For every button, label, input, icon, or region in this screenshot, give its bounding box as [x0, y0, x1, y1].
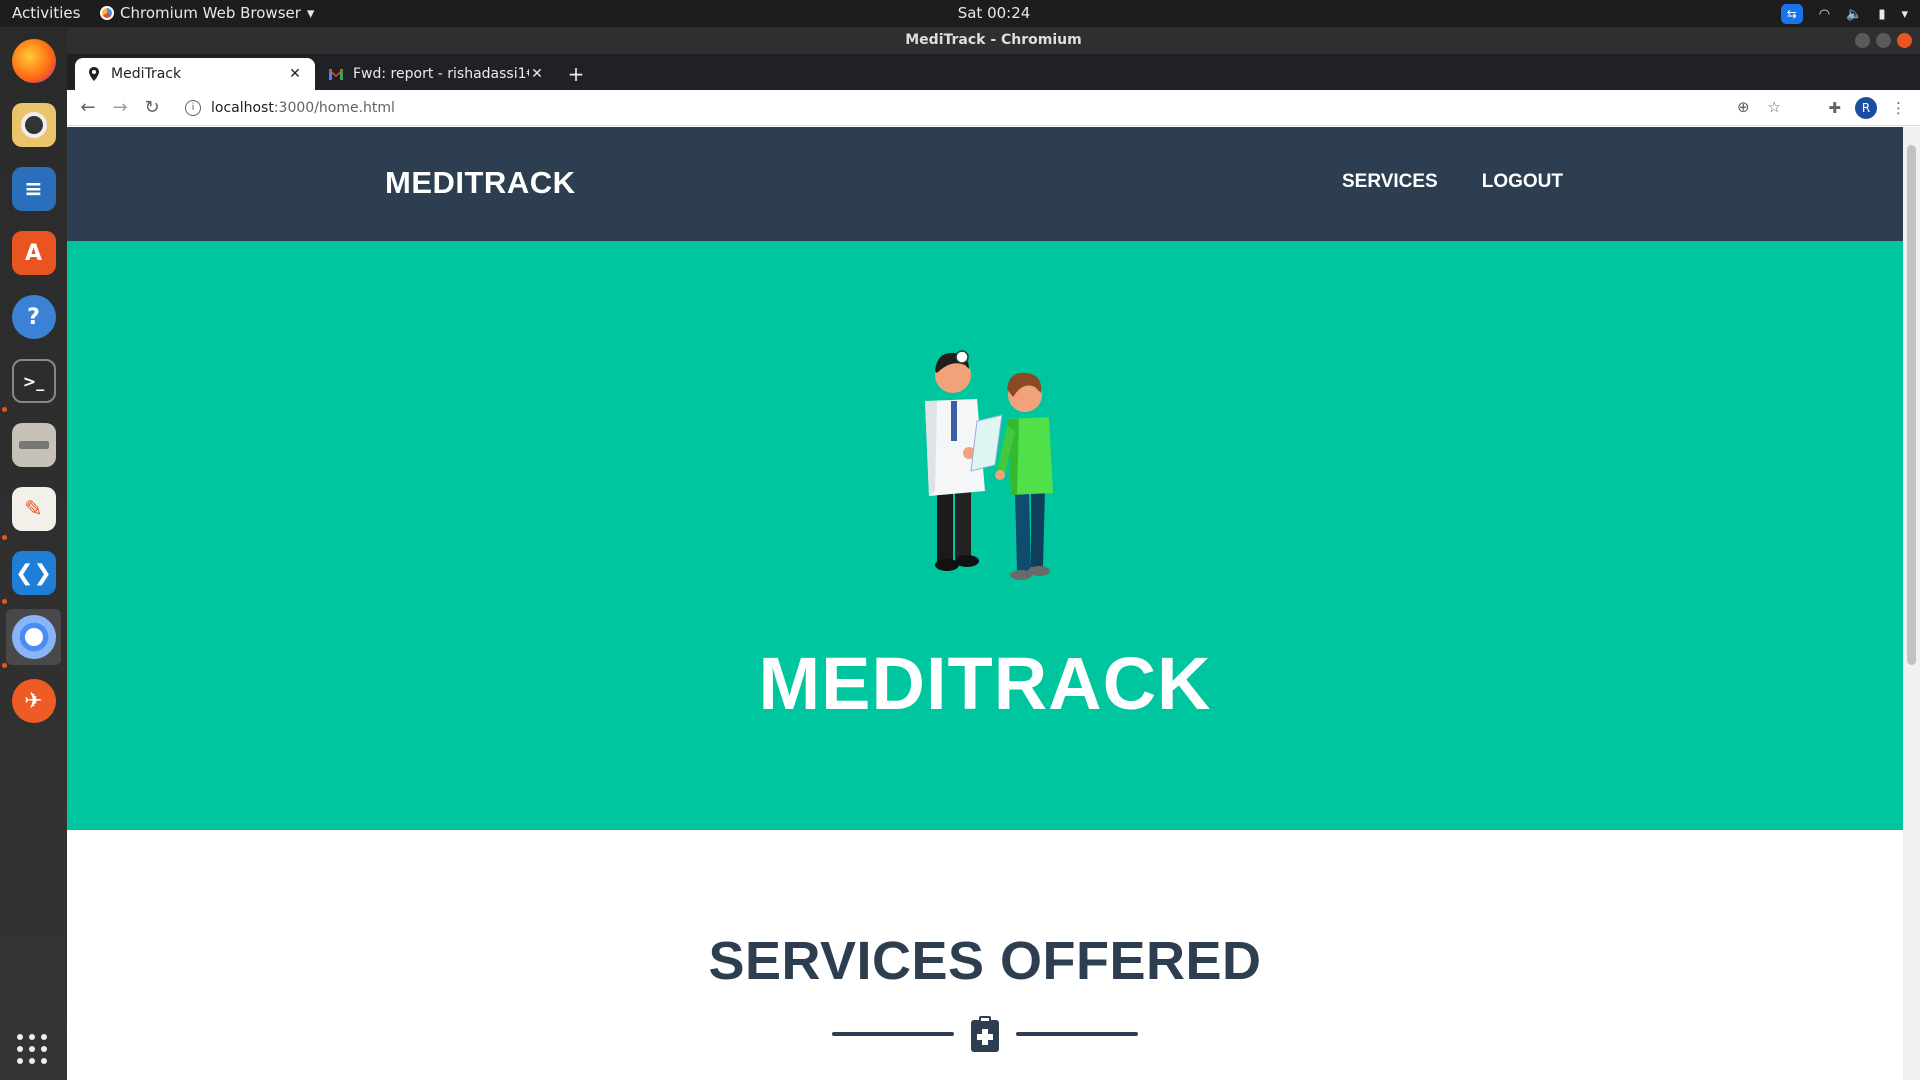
- close-tab-icon[interactable]: ✕: [287, 66, 303, 82]
- toolbar-actions: ✚ R ⋮: [1828, 97, 1906, 119]
- close-tab-icon[interactable]: ✕: [529, 66, 545, 82]
- window-title-bar: MediTrack - Chromium: [67, 27, 1920, 54]
- running-indicator: [2, 663, 7, 668]
- divider-line: [1016, 1032, 1138, 1036]
- close-window-icon[interactable]: [1897, 33, 1912, 48]
- new-tab-button[interactable]: +: [562, 62, 590, 86]
- site-info-icon[interactable]: i: [185, 100, 201, 116]
- document-icon: ≡: [11, 167, 56, 211]
- notepad-icon: ✎: [11, 487, 56, 531]
- dock-chromium[interactable]: [6, 609, 61, 665]
- minimize-icon[interactable]: [1855, 33, 1870, 48]
- window-controls: [1855, 33, 1912, 48]
- dock-vscode[interactable]: ❮❯: [6, 545, 61, 601]
- brand-link[interactable]: MEDITRACK: [385, 165, 576, 201]
- dock-firefox[interactable]: [6, 33, 61, 89]
- dock-text-editor[interactable]: ✎: [6, 481, 61, 537]
- system-tray[interactable]: ⇆ ◠ 🔈 ▮ ▾: [1780, 4, 1908, 24]
- services-heading: SERVICES OFFERED: [708, 931, 1262, 991]
- location-pin-icon: [87, 67, 101, 81]
- chevron-down-icon: ▾: [1901, 6, 1908, 22]
- hero-title: MEDITRACK: [758, 642, 1212, 725]
- show-applications-icon[interactable]: [17, 1034, 47, 1064]
- wifi-icon: ◠: [1818, 6, 1831, 22]
- nav-services-link[interactable]: SERVICES: [1342, 171, 1438, 193]
- help-icon: ?: [11, 295, 56, 339]
- terminal-icon: >_: [11, 359, 56, 403]
- dock-files[interactable]: [6, 417, 61, 473]
- menu-kebab-icon[interactable]: ⋮: [1891, 99, 1906, 117]
- running-indicator: [2, 599, 7, 604]
- firefox-icon: [11, 39, 56, 83]
- section-divider: [832, 1014, 1138, 1054]
- tab-gmail[interactable]: Fwd: report - rishadassi1€ ✕: [317, 58, 557, 90]
- tab-label: Fwd: report - rishadassi1€: [353, 66, 529, 82]
- hero-masthead: MEDITRACK: [67, 241, 1903, 830]
- tab-strip: MediTrack ✕ Fwd: report - rishadassi1€ ✕…: [67, 54, 1920, 90]
- clock[interactable]: Sat 00:24: [0, 4, 1920, 22]
- page-viewport: MEDITRACK SERVICES LOGOUT MEDITRACK SERV…: [67, 127, 1903, 1080]
- window-title: MediTrack - Chromium: [905, 32, 1082, 48]
- browser-toolbar: ← → ↻ i localhost:3000/home.html ⊕ ☆ ✚ R…: [67, 90, 1920, 126]
- maximize-icon[interactable]: [1876, 33, 1891, 48]
- dock-help[interactable]: ?: [6, 289, 61, 345]
- services-section: SERVICES OFFERED: [67, 830, 1903, 1080]
- dock-rhythmbox[interactable]: [6, 97, 61, 153]
- forward-icon[interactable]: →: [109, 97, 131, 119]
- address-bar[interactable]: i localhost:3000/home.html ⊕ ☆: [177, 94, 1787, 122]
- back-icon[interactable]: ←: [77, 97, 99, 119]
- dock-writer[interactable]: ≡: [6, 161, 61, 217]
- profile-avatar[interactable]: R: [1855, 97, 1877, 119]
- address-bar-actions: ⊕ ☆: [1737, 98, 1781, 116]
- doctor-patient-illustration: [925, 350, 1053, 580]
- chromium-icon: [11, 615, 56, 659]
- nav-logout-link[interactable]: LOGOUT: [1482, 171, 1563, 193]
- running-indicator: [2, 535, 7, 540]
- teamviewer-icon[interactable]: ⇆: [1780, 4, 1803, 24]
- battery-icon: ▮: [1878, 6, 1886, 22]
- clipboard-medical-icon: [971, 1016, 999, 1052]
- zoom-icon[interactable]: ⊕: [1737, 98, 1750, 116]
- site-navbar: MEDITRACK SERVICES LOGOUT: [67, 127, 1903, 241]
- url-host: localhost: [211, 100, 274, 116]
- dock-terminal[interactable]: >_: [6, 353, 61, 409]
- browser-window: MediTrack - Chromium MediTrack ✕ Fwd: re…: [67, 27, 1920, 1080]
- running-indicator: [2, 407, 7, 412]
- postman-icon: ✈: [11, 679, 56, 723]
- nav-links: SERVICES LOGOUT: [1342, 171, 1563, 193]
- software-bag-icon: A: [11, 231, 56, 275]
- reload-icon[interactable]: ↻: [141, 97, 163, 119]
- speaker-icon: [11, 103, 56, 147]
- vscode-icon: ❮❯: [11, 551, 56, 595]
- bookmark-star-icon[interactable]: ☆: [1768, 98, 1781, 116]
- dock-software[interactable]: A: [6, 225, 61, 281]
- scrollbar-thumb[interactable]: [1907, 145, 1916, 665]
- url-path: :3000/home.html: [273, 100, 395, 116]
- extensions-puzzle-icon[interactable]: ✚: [1828, 99, 1841, 117]
- divider-line: [832, 1032, 954, 1036]
- file-cabinet-icon: [11, 423, 56, 467]
- tab-meditrack[interactable]: MediTrack ✕: [75, 58, 315, 90]
- page-scrollbar[interactable]: [1903, 127, 1920, 1080]
- os-top-bar: Activities Chromium Web Browser ▾ Sat 00…: [0, 0, 1920, 27]
- volume-icon: 🔈: [1846, 6, 1863, 22]
- dock-postman[interactable]: ✈: [6, 673, 61, 729]
- dock: ≡ A ? >_ ✎ ❮❯ ✈: [0, 27, 67, 1080]
- tab-label: MediTrack: [111, 66, 182, 82]
- gmail-icon: [329, 67, 343, 81]
